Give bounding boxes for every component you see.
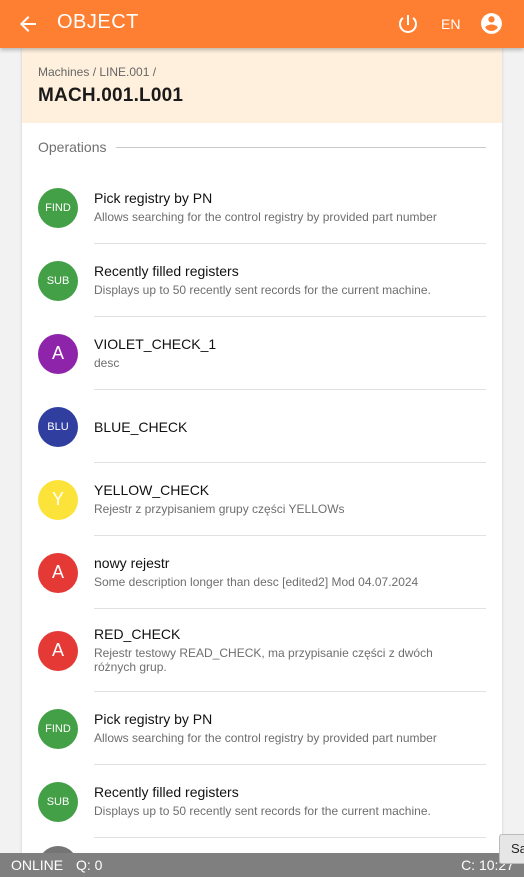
online-status: ONLINE [11, 857, 64, 873]
operation-description: Allows searching for the control registr… [94, 210, 437, 224]
operation-name: Pick registry by PN [94, 711, 213, 727]
operation-avatar: FIND [38, 187, 78, 228]
operation-item[interactable]: SUB Recently filled registers Displays up … [38, 765, 486, 838]
operation-description: Some description longer than desc [edite… [94, 575, 419, 589]
operation-avatar: A [38, 552, 78, 593]
operation-name: nowy rejestr [94, 555, 170, 571]
operation-item[interactable]: FIND Pick registry by PN Allows searching … [38, 692, 486, 765]
section-divider [116, 147, 486, 148]
operation-name: VIOLET_CHECK_1 [94, 336, 217, 352]
operation-name: RED_CHECK [94, 626, 181, 642]
account-circle-icon[interactable] [479, 11, 504, 36]
operation-name: Pick registry by PN [94, 190, 213, 206]
operation-avatar: A [38, 333, 78, 374]
operation-item[interactable]: Anowy rejestr Some description longer tha… [38, 536, 486, 609]
breadcrumb: Machines / LINE.001 / [38, 65, 157, 79]
save-button[interactable]: Sa [499, 834, 524, 864]
language-button[interactable]: EN [441, 16, 460, 32]
machine-name: MACH.001.L001 [38, 85, 184, 106]
operation-avatar: A [38, 630, 78, 671]
machine-card: Machines / LINE.001 / MACH.001.L001 Oper… [22, 48, 502, 858]
machine-header: Machines / LINE.001 / MACH.001.L001 [22, 48, 502, 123]
power-icon[interactable] [396, 12, 420, 36]
operation-description: Rejestr z przypisaniem grupy części YELL… [94, 502, 345, 516]
section-title: Operations [38, 139, 115, 155]
operation-item[interactable]: BLU BLUE_CHECK [38, 390, 486, 463]
queue-count: Q: 0 [76, 857, 103, 873]
operation-avatar: FIND [38, 708, 78, 749]
operation-avatar: SUB [38, 781, 78, 822]
operation-avatar: Y [38, 479, 78, 520]
operation-avatar: BLU [38, 406, 78, 447]
operation-name: BLUE_CHECK [94, 418, 188, 435]
breadcrumb-line[interactable]: LINE.001 [99, 65, 149, 79]
operation-description: Displays up to 50 recently sent records … [94, 804, 431, 818]
operation-item[interactable]: SUB Recently filled registers Displays up … [38, 244, 486, 317]
operation-description: Displays up to 50 recently sent records … [94, 283, 431, 297]
operation-avatar: SUB [38, 260, 78, 301]
operation-item[interactable]: A VIOLET_CHECK_1desc [38, 317, 486, 390]
operation-description: Allows searching for the control registr… [94, 731, 437, 745]
operation-item[interactable]: A RED_CHECK Rejestr testowy READ_CHECK, ma… [38, 609, 486, 692]
operation-item[interactable]: Y YELLOW_CHECK Rejestr z przypisaniem grup… [38, 463, 486, 536]
breadcrumb-machines[interactable]: Machines [38, 65, 89, 79]
operation-description: Rejestr testowy READ_CHECK, ma przypisan… [94, 646, 433, 674]
arrow-left-icon[interactable] [16, 12, 40, 36]
operation-name: Recently filled registers [94, 784, 239, 800]
operation-name: YELLOW_CHECK [94, 482, 210, 498]
list-divider [94, 837, 486, 838]
operation-name: Recently filled registers [94, 263, 239, 279]
operation-description: desc [94, 356, 120, 370]
page-title: OBJECT [57, 11, 139, 33]
operation-item[interactable]: FIND Pick registry by PN Allows searching … [38, 171, 486, 244]
status-bar: ONLINE Q: 0 C: 10:27 [0, 853, 524, 877]
app-bar: OBJECT EN [0, 0, 524, 48]
